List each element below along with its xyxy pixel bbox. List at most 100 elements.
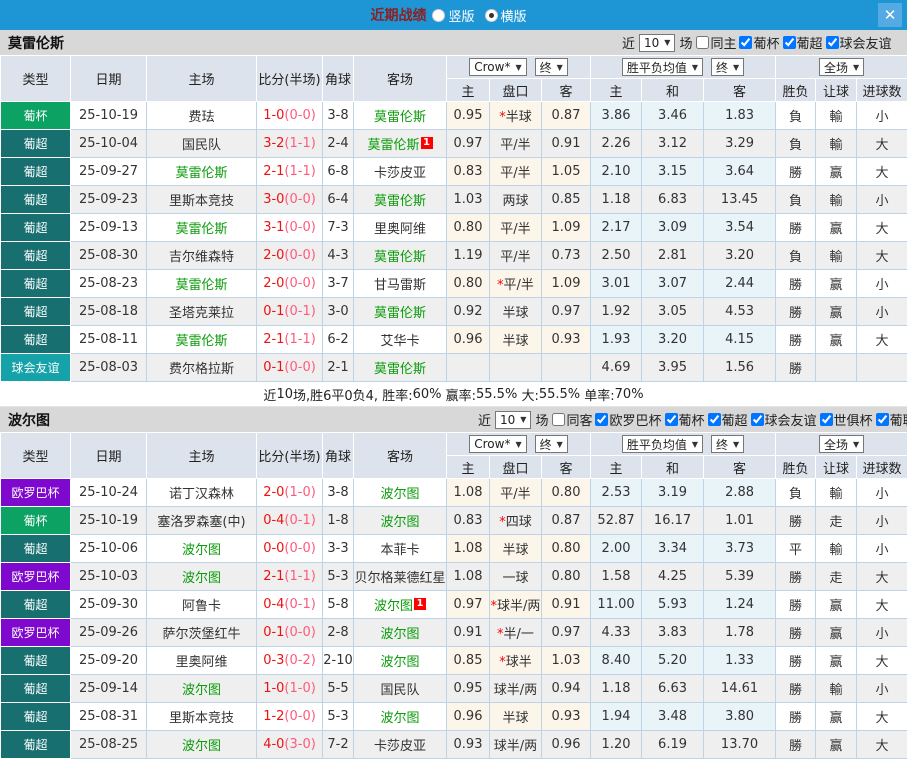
avg-type-select[interactable]: 胜平负均值▼ <box>622 435 703 453</box>
scope-select[interactable]: 全场▼ <box>819 435 864 453</box>
league-filter-checkbox[interactable] <box>739 36 752 49</box>
away-team[interactable]: 莫雷伦斯 <box>374 194 426 209</box>
home-team[interactable]: 莫雷伦斯 <box>175 334 227 349</box>
away-team[interactable]: 波尔图 <box>380 487 419 502</box>
match-date: 25-09-20 <box>71 647 147 675</box>
odds-source-select[interactable]: Crow*▼ <box>469 58 526 76</box>
league-badge: 葡超 <box>1 675 71 703</box>
away-team[interactable]: 里奥阿维 <box>374 222 426 237</box>
away-team[interactable]: 波尔图 <box>374 599 413 614</box>
home-team[interactable]: 塞洛罗森塞(中) <box>157 515 245 530</box>
odds-source-select[interactable]: Crow*▼ <box>469 435 526 453</box>
away-team[interactable]: 本菲卡 <box>380 543 419 558</box>
league-badge: 葡超 <box>1 270 71 298</box>
away-team[interactable]: 贝尔格莱德红星 <box>354 571 445 586</box>
avg-type-select[interactable]: 胜平负均值▼ <box>622 58 703 76</box>
result-winlose: 負 <box>776 102 816 130</box>
avg-home: 2.50 <box>591 242 642 270</box>
league-filter[interactable]: 同主 <box>696 33 736 52</box>
match-count-select[interactable]: 10▼ <box>639 34 675 52</box>
home-team[interactable]: 里奥阿维 <box>175 655 227 670</box>
close-icon[interactable]: ✕ <box>878 3 902 27</box>
league-filter-checkbox[interactable] <box>552 413 565 426</box>
league-filter[interactable]: 同客 <box>552 410 592 429</box>
away-team[interactable]: 卡莎皮亚 <box>374 166 426 181</box>
league-filter[interactable]: 葡超 <box>708 410 748 429</box>
odds-state-select[interactable]: 终▼ <box>535 435 568 453</box>
home-team[interactable]: 莫雷伦斯 <box>175 278 227 293</box>
away-team[interactable]: 莫雷伦斯 <box>374 362 426 377</box>
avg-home: 1.20 <box>591 731 642 759</box>
league-filter[interactable]: 葡联杯 <box>876 410 907 429</box>
handicap: *平/半 <box>490 479 542 507</box>
league-filter-checkbox[interactable] <box>820 413 833 426</box>
home-odds: 0.92 <box>447 298 490 326</box>
away-team[interactable]: 莫雷伦斯 <box>374 306 426 321</box>
avg-home: 2.00 <box>591 535 642 563</box>
home-team[interactable]: 圣塔克莱拉 <box>169 306 234 321</box>
home-team[interactable]: 波尔图 <box>182 683 221 698</box>
away-team[interactable]: 波尔图 <box>380 655 419 670</box>
away-team[interactable]: 莫雷伦斯 <box>367 138 419 153</box>
away-team[interactable]: 国民队 <box>380 683 419 698</box>
league-filter[interactable]: 球会友谊 <box>826 33 892 52</box>
handicap: *一球 <box>490 563 542 591</box>
league-filter[interactable]: 欧罗巴杯 <box>595 410 661 429</box>
league-filter-checkbox[interactable] <box>696 36 709 49</box>
league-filter-checkbox[interactable] <box>751 413 764 426</box>
corner-score: 7-3 <box>323 214 354 242</box>
home-team[interactable]: 国民队 <box>182 138 221 153</box>
home-odds: 0.80 <box>447 270 490 298</box>
result-winlose: 負 <box>776 479 816 507</box>
away-team[interactable]: 波尔图 <box>380 627 419 642</box>
home-team[interactable]: 波尔图 <box>182 571 221 586</box>
home-team[interactable]: 莫雷伦斯 <box>175 166 227 181</box>
match-score: 1-0(0-0) <box>257 102 323 130</box>
away-odds: 0.97 <box>542 298 591 326</box>
away-team[interactable]: 波尔图 <box>380 515 419 530</box>
home-team[interactable]: 费珐 <box>188 110 214 125</box>
home-team[interactable]: 波尔图 <box>182 543 221 558</box>
home-team[interactable]: 阿鲁卡 <box>182 599 221 614</box>
radio-horizontal[interactable] <box>485 9 498 22</box>
league-filter-checkbox[interactable] <box>708 413 721 426</box>
avg-state-select[interactable]: 终▼ <box>711 435 744 453</box>
odds-state-select[interactable]: 终▼ <box>535 58 568 76</box>
away-team[interactable]: 波尔图 <box>380 711 419 726</box>
league-filter[interactable]: 葡超 <box>783 33 823 52</box>
league-badge: 葡超 <box>1 298 71 326</box>
avg-draw: 3.15 <box>642 158 704 186</box>
away-team[interactable]: 甘马雷斯 <box>374 278 426 293</box>
league-filter[interactable]: 世俱杯 <box>820 410 873 429</box>
home-team[interactable]: 萨尔茨堡红牛 <box>162 627 240 642</box>
league-filter-checkbox[interactable] <box>876 413 889 426</box>
match-count-select[interactable]: 10▼ <box>495 411 531 429</box>
league-filter-checkbox[interactable] <box>665 413 678 426</box>
scope-select[interactable]: 全场▼ <box>819 58 864 76</box>
away-team[interactable]: 艾华卡 <box>380 334 419 349</box>
away-team[interactable]: 莫雷伦斯 <box>374 250 426 265</box>
team-section-bar-1: 莫雷伦斯 近 10▼ 场 同主葡杯葡超球会友谊 <box>0 30 907 55</box>
col-goals: 进球数 <box>857 79 907 102</box>
radio-vertical-label[interactable]: 竖版 <box>448 6 474 25</box>
radio-horizontal-label[interactable]: 横版 <box>501 6 527 25</box>
avg-draw: 16.17 <box>642 507 704 535</box>
away-team[interactable]: 莫雷伦斯 <box>374 110 426 125</box>
home-team[interactable]: 里斯本竞技 <box>169 194 234 209</box>
league-filter[interactable]: 葡杯 <box>739 33 779 52</box>
home-team[interactable]: 吉尔维森特 <box>169 250 234 265</box>
home-team[interactable]: 诺丁汉森林 <box>169 487 234 502</box>
avg-state-select[interactable]: 终▼ <box>711 58 744 76</box>
away-team[interactable]: 卡莎皮亚 <box>374 739 426 754</box>
home-team[interactable]: 莫雷伦斯 <box>175 222 227 237</box>
league-filter-checkbox[interactable] <box>826 36 839 49</box>
away-odds: 0.91 <box>542 591 591 619</box>
league-filter-checkbox[interactable] <box>783 36 796 49</box>
home-team[interactable]: 里斯本竞技 <box>169 711 234 726</box>
home-team[interactable]: 费尔格拉斯 <box>169 362 234 377</box>
league-filter[interactable]: 球会友谊 <box>751 410 817 429</box>
home-team[interactable]: 波尔图 <box>182 739 221 754</box>
league-filter-checkbox[interactable] <box>595 413 608 426</box>
radio-vertical[interactable] <box>432 9 445 22</box>
league-filter[interactable]: 葡杯 <box>665 410 705 429</box>
